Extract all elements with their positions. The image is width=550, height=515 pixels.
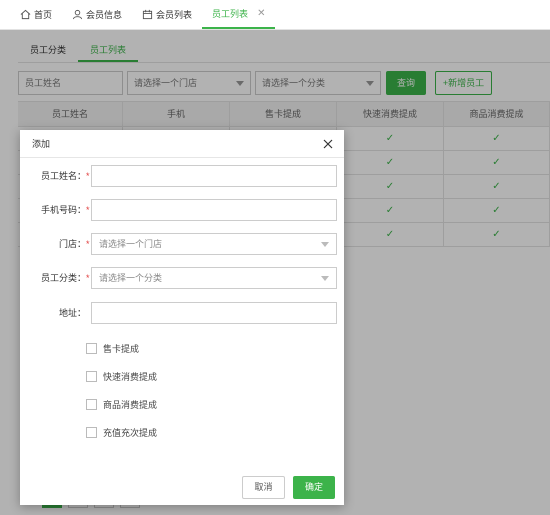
chevron-down-icon <box>321 276 329 281</box>
tab-home-label: 首页 <box>34 10 53 20</box>
phone-input[interactable] <box>91 199 337 221</box>
dialog-title: 添加 <box>32 139 51 149</box>
checkbox-label: 充值充次提成 <box>103 427 158 438</box>
category-select-placeholder: 请选择一个分类 <box>99 273 163 283</box>
phone-label: 手机号码： <box>40 205 86 215</box>
close-icon[interactable] <box>322 138 334 150</box>
phone-row: 手机号码： * <box>20 199 344 221</box>
dialog-header: 添加 <box>20 130 344 158</box>
required-mark: * <box>86 273 90 283</box>
category-label: 员工分类： <box>40 273 86 283</box>
cancel-button[interactable]: 取消 <box>242 476 285 499</box>
store-select-placeholder: 请选择一个门店 <box>99 239 163 249</box>
quick-consumption-commission-checkbox[interactable]: 快速消费提成 <box>86 370 157 382</box>
category-select[interactable]: 请选择一个分类 <box>91 267 337 289</box>
tab-home[interactable]: 首页 <box>10 0 62 29</box>
checkbox-label: 商品消费提成 <box>103 399 158 410</box>
name-input[interactable] <box>91 165 337 187</box>
required-mark: * <box>86 171 90 181</box>
tab-member-info[interactable]: 会员信息 <box>62 0 132 29</box>
home-icon <box>20 9 31 20</box>
confirm-button[interactable]: 确定 <box>293 476 335 499</box>
calendar-icon <box>142 9 153 20</box>
tab-employee-list[interactable]: 员工列表 ✕ <box>202 0 276 29</box>
store-row: 门店： * 请选择一个门店 <box>20 233 344 255</box>
address-input[interactable] <box>91 302 337 324</box>
checkbox-box[interactable] <box>86 426 97 438</box>
category-row: 员工分类： * 请选择一个分类 <box>20 267 344 289</box>
store-label: 门店： <box>58 239 86 249</box>
top-tab-bar: 首页 会员信息 会员列表 员工列表 ✕ <box>0 0 550 30</box>
product-consumption-commission-checkbox[interactable]: 商品消费提成 <box>86 398 157 410</box>
store-select[interactable]: 请选择一个门店 <box>91 233 337 255</box>
address-row: 地址： <box>20 302 344 324</box>
recharge-commission-checkbox[interactable]: 充值充次提成 <box>86 426 157 438</box>
required-mark: * <box>86 239 90 249</box>
name-label: 员工姓名： <box>40 171 86 181</box>
add-employee-dialog: 添加 员工姓名： * 手机号码： * 门店： * 请选择一个门店 员工分类： *… <box>20 130 344 505</box>
tab-member-list-label: 会员列表 <box>156 10 193 20</box>
checkbox-box[interactable] <box>86 342 97 354</box>
card-sale-commission-checkbox[interactable]: 售卡提成 <box>86 342 139 354</box>
user-icon <box>72 9 83 20</box>
chevron-down-icon <box>321 242 329 247</box>
address-label: 地址： <box>58 308 86 318</box>
tab-employee-list-label: 员工列表 <box>212 9 249 19</box>
tab-member-info-label: 会员信息 <box>86 10 123 20</box>
required-mark: * <box>86 205 90 215</box>
tab-member-list[interactable]: 会员列表 <box>132 0 202 29</box>
checkbox-label: 快速消费提成 <box>103 371 158 382</box>
checkbox-box[interactable] <box>86 398 97 410</box>
name-row: 员工姓名： * <box>20 165 344 187</box>
checkbox-box[interactable] <box>86 370 97 382</box>
checkbox-label: 售卡提成 <box>103 343 140 354</box>
tab-close-icon[interactable]: ✕ <box>257 8 265 19</box>
